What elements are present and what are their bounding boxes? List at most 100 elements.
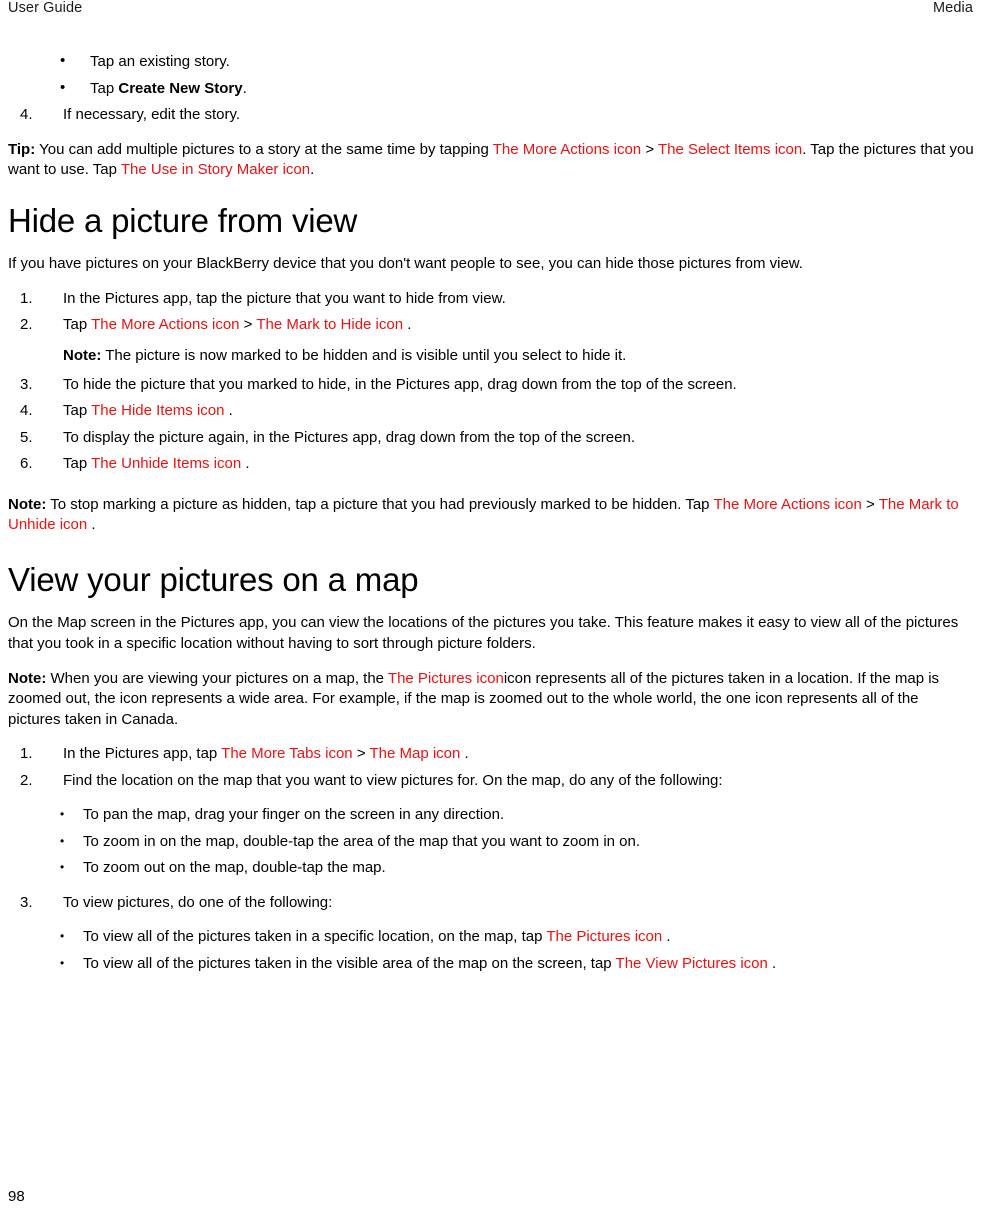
bullet-icon: •	[60, 78, 66, 96]
view-map-note: Note: When you are viewing your pictures…	[8, 669, 975, 731]
tip-text-part-1: You can add multiple pictures to a story…	[39, 140, 489, 158]
bullet-icon: •	[60, 52, 66, 69]
list-item-label-prefix: To view all of the pictures taken in the…	[83, 955, 612, 973]
step-number: 2.	[20, 316, 33, 334]
page-title-hide-picture: Hide a picture from view	[8, 201, 358, 239]
note-text-part-2: .	[91, 516, 96, 534]
header-left-title: User Guide	[8, 0, 83, 16]
page-content: • Tap an existing story. • Tap Create Ne…	[8, 52, 975, 981]
step-label-suffix: .	[464, 745, 469, 763]
list-item-label-suffix: .	[772, 955, 777, 973]
tip-label: Tip:	[8, 140, 36, 158]
list-item: • To pan the map, drag your finger on th…	[8, 805, 975, 826]
chevron-separator: >	[356, 745, 366, 763]
step-label-prefix: Tap	[63, 316, 88, 334]
step-number: 3.	[20, 893, 33, 911]
list-item-label: Tap	[90, 79, 119, 97]
header-right-section: Media	[933, 0, 973, 16]
more-actions-icon-reference: The More Actions icon	[91, 316, 240, 334]
note-text-part-1: When you are viewing your pictures on a …	[50, 669, 385, 687]
list-item: 6. Tap The Unhide Items icon .	[8, 454, 975, 475]
bullet-icon: •	[60, 807, 65, 822]
step-number: 4.	[20, 106, 33, 124]
list-item: • Tap an existing story.	[8, 52, 975, 73]
more-actions-icon-reference: The More Actions icon	[713, 495, 862, 513]
note-label: Note:	[63, 347, 102, 364]
pictures-icon-reference: The Pictures icon	[546, 928, 663, 946]
list-item-label: To zoom in on the map, double-tap the ar…	[83, 832, 641, 850]
step-label-suffix: .	[407, 316, 412, 334]
bullet-icon: •	[60, 929, 65, 944]
step-number: 3.	[20, 375, 33, 393]
step-label-suffix: .	[245, 455, 250, 473]
note-text-part-1: To stop marking a picture as hidden, tap…	[50, 495, 710, 513]
step-number: 4.	[20, 402, 33, 420]
bullet-icon: •	[60, 860, 65, 875]
more-actions-icon-reference: The More Actions icon	[492, 140, 642, 158]
view-map-step-list-continued: 3. To view pictures, do one of the follo…	[8, 893, 975, 914]
continued-step-list: 4. If necessary, edit the story.	[8, 105, 975, 126]
bullet-icon: •	[60, 956, 65, 971]
hide-picture-intro: If you have pictures on your BlackBerry …	[8, 255, 803, 273]
step-label: Find the location on the map that you wa…	[63, 771, 723, 789]
page-number: 98	[8, 1188, 25, 1205]
bullet-icon: •	[60, 833, 65, 848]
continued-bullet-list: • Tap an existing story. • Tap Create Ne…	[8, 52, 975, 99]
use-in-story-maker-icon-reference: The Use in Story Maker icon	[120, 161, 311, 179]
step-label: In the Pictures app, tap the picture tha…	[63, 289, 506, 307]
step-label: To view pictures, do one of the followin…	[63, 893, 333, 911]
list-item: • To view all of the pictures taken in t…	[8, 954, 975, 975]
step-label-suffix: .	[228, 402, 233, 420]
step-label: To display the picture again, in the Pic…	[63, 428, 635, 446]
step-number: 1.	[20, 289, 33, 307]
note-label: Note:	[8, 669, 47, 687]
map-icon-reference: The Map icon	[369, 745, 461, 763]
list-item: 3. To hide the picture that you marked t…	[8, 375, 975, 396]
step-number: 5.	[20, 428, 33, 446]
chevron-separator: >	[866, 495, 875, 513]
user-guide-page: User Guide Media • Tap an existing story…	[0, 0, 981, 1213]
list-item: 1. In the Pictures app, tap The More Tab…	[8, 744, 975, 765]
list-item-label: To zoom out on the map, double-tap the m…	[83, 859, 386, 877]
step-label-prefix: Tap	[63, 402, 88, 420]
more-tabs-icon-reference: The More Tabs icon	[221, 745, 353, 763]
list-item-label-suffix: .	[242, 79, 247, 97]
view-pictures-icon-reference: The View Pictures icon	[615, 955, 768, 973]
step-number: 2.	[20, 771, 33, 789]
hide-picture-inline-note: Note: The picture is now marked to be hi…	[8, 346, 975, 367]
select-items-icon-reference: The Select Items icon	[657, 140, 803, 158]
list-item: 4. If necessary, edit the story.	[8, 105, 975, 126]
note-text: The picture is now marked to be hidden a…	[105, 347, 627, 364]
list-item: 4. Tap The Hide Items icon .	[8, 401, 975, 422]
list-item: 3. To view pictures, do one of the follo…	[8, 893, 975, 914]
list-item-label-prefix: To view all of the pictures taken in a s…	[83, 928, 543, 946]
list-item: 2. Tap The More Actions icon > The Mark …	[8, 315, 975, 336]
running-header: User Guide Media	[8, 0, 973, 26]
hide-items-icon-reference: The Hide Items icon	[91, 402, 225, 420]
hide-picture-step-list: 1. In the Pictures app, tap the picture …	[8, 289, 975, 336]
list-item: 5. To display the picture again, in the …	[8, 428, 975, 449]
page-title-view-map: View your pictures on a map	[8, 560, 419, 598]
list-item: • To zoom in on the map, double-tap the …	[8, 832, 975, 853]
map-gesture-bullet-list: • To pan the map, drag your finger on th…	[8, 805, 975, 879]
list-item-label: To pan the map, drag your finger on the …	[83, 806, 505, 824]
list-item-label-suffix: .	[666, 928, 671, 946]
list-item-bold-label: Create New Story	[118, 79, 243, 97]
note-label: Note:	[8, 495, 47, 513]
list-item: 2. Find the location on the map that you…	[8, 771, 975, 792]
view-map-intro: On the Map screen in the Pictures app, y…	[8, 614, 959, 652]
list-item: • To view all of the pictures taken in a…	[8, 927, 975, 948]
chevron-separator: >	[645, 140, 655, 158]
tip-text-part-3: .	[310, 161, 315, 179]
unhide-items-icon-reference: The Unhide Items icon	[91, 455, 242, 473]
step-number: 1.	[20, 745, 33, 763]
step-label: To hide the picture that you marked to h…	[63, 375, 737, 393]
view-pictures-bullet-list: • To view all of the pictures taken in a…	[8, 927, 975, 974]
step-label-prefix: Tap	[63, 455, 88, 473]
mark-to-hide-icon-reference: The Mark to Hide icon	[256, 316, 404, 334]
step-label: If necessary, edit the story.	[63, 106, 241, 124]
